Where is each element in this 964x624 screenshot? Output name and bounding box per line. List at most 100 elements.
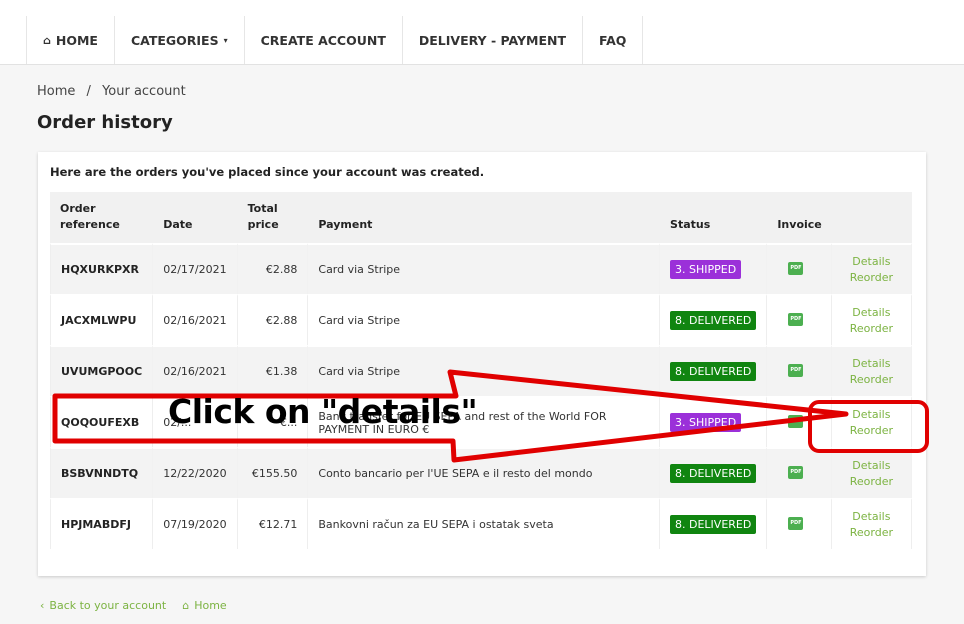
breadcrumb-separator: / <box>86 84 91 99</box>
order-actions: Details Reorder <box>831 396 912 447</box>
table-header-row: Order reference Date Total price Payment… <box>50 192 912 243</box>
pdf-icon[interactable] <box>788 261 804 275</box>
table-row: JACXMLWPU 02/16/2021 €2.88 Card via Stripe 8… <box>50 294 912 345</box>
order-price: €12.71 <box>237 498 309 549</box>
order-invoice-cell <box>767 243 832 294</box>
order-invoice-cell <box>767 345 832 396</box>
nav-home[interactable]: ⌂ HOME <box>27 16 115 64</box>
order-date: 02/17/2021 <box>153 243 238 294</box>
reorder-link[interactable]: Reorder <box>842 270 901 286</box>
details-link[interactable]: Details <box>842 254 901 270</box>
back-to-account-link[interactable]: ‹ Back to your account <box>40 599 166 612</box>
order-status-cell: 8. DELIVERED <box>660 345 768 396</box>
details-link[interactable]: Details <box>842 356 901 372</box>
order-history-card: Here are the orders you've placed since … <box>38 152 926 576</box>
page-title: Order history <box>37 112 173 133</box>
footer-links: ‹ Back to your account ⌂ Home <box>40 599 227 612</box>
nav-faq[interactable]: FAQ <box>583 16 644 64</box>
orders-table: Order reference Date Total price Payment… <box>50 192 912 549</box>
order-payment: Card via Stripe <box>308 345 661 396</box>
order-reference: HQXURKPXR <box>50 243 154 294</box>
breadcrumb-current[interactable]: Your account <box>102 84 186 99</box>
header-actions <box>831 192 912 243</box>
order-status-cell: 3. SHIPPED <box>660 243 768 294</box>
caret-down-icon: ▾ <box>223 35 228 45</box>
details-link[interactable]: Details <box>842 305 901 321</box>
footer-home-link[interactable]: ⌂ Home <box>182 599 226 612</box>
pdf-icon[interactable] <box>788 465 804 479</box>
reorder-link[interactable]: Reorder <box>842 474 901 490</box>
table-row: UVUMGPOOC 02/16/2021 €1.38 Card via Stripe 8… <box>50 345 912 396</box>
header-date: Date <box>153 192 238 243</box>
nav-menu: ⌂ HOME CATEGORIES ▾ CREATE ACCOUNT DELIV… <box>26 16 644 64</box>
header-total-line2: price <box>247 218 279 231</box>
order-reference: BSBVNNDTQ <box>50 447 154 498</box>
order-actions: Details Reorder <box>831 294 912 345</box>
nav-delivery-payment[interactable]: DELIVERY - PAYMENT <box>403 16 584 64</box>
order-price: €2.88 <box>237 294 309 345</box>
table-row: HPJMABDFJ 07/19/2020 €12.71 Bankovni račun … <box>50 498 912 549</box>
nav-categories-label: CATEGORIES <box>130 32 219 48</box>
order-actions: Details Reorder <box>831 243 912 294</box>
status-badge: 3. SHIPPED <box>670 413 742 432</box>
breadcrumb-home[interactable]: Home <box>37 84 75 99</box>
order-status-cell: 8. DELIVERED <box>660 498 768 549</box>
order-price: €155.50 <box>237 447 309 498</box>
table-row: HQXURKPXR 02/17/2021 €2.88 Card via Stripe 3… <box>50 243 912 294</box>
reorder-link[interactable]: Reorder <box>842 423 901 439</box>
details-link[interactable]: Details <box>842 509 901 525</box>
annotation-text: Click on "details" <box>168 392 478 431</box>
pdf-icon[interactable] <box>788 363 804 377</box>
nav-create-account[interactable]: CREATE ACCOUNT <box>245 16 403 64</box>
breadcrumb: Home / Your account <box>37 84 186 99</box>
order-date: 12/22/2020 <box>153 447 238 498</box>
order-price: €2.88 <box>237 243 309 294</box>
home-icon: ⌂ <box>182 599 190 612</box>
reorder-link[interactable]: Reorder <box>842 321 901 337</box>
order-invoice-cell <box>767 447 832 498</box>
table-row: BSBVNNDTQ 12/22/2020 €155.50 Conto bancario… <box>50 447 912 498</box>
status-badge: 3. SHIPPED <box>670 260 742 279</box>
status-badge: 8. DELIVERED <box>670 311 757 330</box>
order-payment: Conto bancario per l'UE SEPA e il resto … <box>308 447 661 498</box>
status-badge: 8. DELIVERED <box>670 464 757 483</box>
order-payment: Card via Stripe <box>308 243 661 294</box>
details-link[interactable]: Details <box>842 458 901 474</box>
order-status-cell: 3. SHIPPED <box>660 396 768 447</box>
order-price: €1.38 <box>237 345 309 396</box>
order-actions: Details Reorder <box>831 345 912 396</box>
order-payment: Bankovni račun za EU SEPA i ostatak svet… <box>308 498 661 549</box>
order-date: 02/16/2021 <box>153 294 238 345</box>
header-status: Status <box>660 192 768 243</box>
pdf-icon[interactable] <box>788 516 804 530</box>
order-status-cell: 8. DELIVERED <box>660 447 768 498</box>
header-payment: Payment <box>308 192 661 243</box>
order-reference: UVUMGPOOC <box>50 345 154 396</box>
header-reference: Order reference <box>50 192 154 243</box>
order-payment: Card via Stripe <box>308 294 661 345</box>
order-reference: JACXMLWPU <box>50 294 154 345</box>
order-invoice-cell <box>767 498 832 549</box>
pdf-icon[interactable] <box>788 312 804 326</box>
order-reference: QOQOUFEXB <box>50 396 154 447</box>
intro-text: Here are the orders you've placed since … <box>50 165 485 179</box>
nav-categories[interactable]: CATEGORIES ▾ <box>115 16 245 64</box>
main-navbar: ⌂ HOME CATEGORIES ▾ CREATE ACCOUNT DELIV… <box>0 16 964 65</box>
footer-home-label: Home <box>194 599 227 612</box>
details-link[interactable]: Details <box>842 407 901 423</box>
header-reference-line2: reference <box>60 218 120 231</box>
nav-create-account-label: CREATE ACCOUNT <box>260 32 386 48</box>
order-actions: Details Reorder <box>831 447 912 498</box>
order-invoice-cell <box>767 294 832 345</box>
pdf-icon[interactable] <box>788 414 804 428</box>
nav-faq-label: FAQ <box>599 32 627 48</box>
header-invoice: Invoice <box>767 192 832 243</box>
nav-home-label: HOME <box>55 32 98 48</box>
nav-delivery-payment-label: DELIVERY - PAYMENT <box>418 32 567 48</box>
header-total-line1: Total <box>247 202 278 215</box>
order-date: 02/16/2021 <box>153 345 238 396</box>
status-badge: 8. DELIVERED <box>670 362 757 381</box>
reorder-link[interactable]: Reorder <box>842 525 901 541</box>
top-strip <box>0 0 964 16</box>
reorder-link[interactable]: Reorder <box>842 372 901 388</box>
